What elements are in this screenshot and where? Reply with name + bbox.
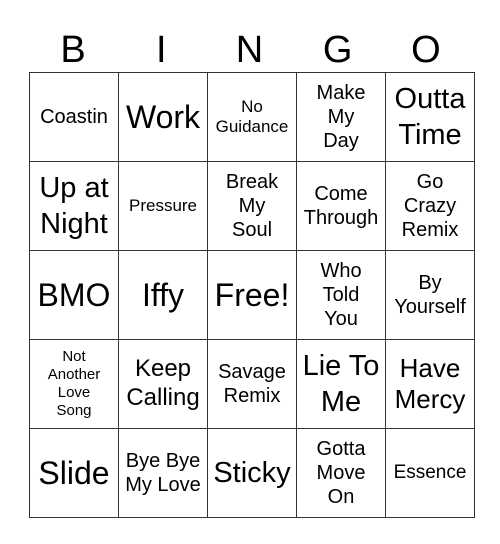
bingo-cell[interactable]: Savage Remix — [207, 339, 297, 429]
bingo-cell[interactable]: Have Mercy — [385, 339, 475, 429]
bingo-cell[interactable]: Pressure — [118, 161, 208, 251]
header-letter-i: I — [156, 29, 167, 71]
bingo-cell[interactable]: Work — [118, 72, 208, 162]
bingo-grid: Coastin Work No Guidance Make My Day Out… — [29, 72, 475, 518]
bingo-cell[interactable]: Essence — [385, 428, 475, 518]
bingo-cell[interactable]: Outta Time — [385, 72, 475, 162]
header-letter-o: O — [411, 29, 441, 71]
bingo-cell[interactable]: Up at Night — [29, 161, 119, 251]
bingo-cell[interactable]: Make My Day — [296, 72, 386, 162]
header-letter-n: N — [235, 29, 264, 71]
bingo-cell[interactable]: Gotta Move On — [296, 428, 386, 518]
bingo-cell[interactable]: Keep Calling — [118, 339, 208, 429]
grid-row: Up at Night Pressure Break My Soul Come … — [29, 161, 475, 251]
bingo-cell[interactable]: Coastin — [29, 72, 119, 162]
grid-row: Coastin Work No Guidance Make My Day Out… — [29, 72, 475, 162]
bingo-cell[interactable]: Come Through — [296, 161, 386, 251]
bingo-cell[interactable]: Lie To Me — [296, 339, 386, 429]
header-letter-g: G — [322, 29, 353, 71]
header-letter-b: B — [60, 29, 86, 71]
bingo-cell[interactable]: Sticky — [207, 428, 297, 518]
bingo-cell[interactable]: Who Told You — [296, 250, 386, 340]
bingo-cell[interactable]: Bye Bye My Love — [118, 428, 208, 518]
bingo-cell[interactable]: Iffy — [118, 250, 208, 340]
grid-row: BMO Iffy Free! Who Told You By Yourself — [29, 250, 475, 340]
bingo-cell[interactable]: Go Crazy Remix — [385, 161, 475, 251]
bingo-cell[interactable]: Slide — [29, 428, 119, 518]
bingo-header: B I N G O — [29, 28, 470, 72]
bingo-cell[interactable]: BMO — [29, 250, 119, 340]
bingo-cell[interactable]: Break My Soul — [207, 161, 297, 251]
bingo-cell[interactable]: No Guidance — [207, 72, 297, 162]
bingo-cell[interactable]: Free! — [207, 250, 297, 340]
bingo-cell[interactable]: By Yourself — [385, 250, 475, 340]
grid-row: Not Another Love Song Keep Calling Savag… — [29, 339, 475, 429]
bingo-cell[interactable]: Not Another Love Song — [29, 339, 119, 429]
grid-row: Slide Bye Bye My Love Sticky Gotta Move … — [29, 428, 475, 518]
